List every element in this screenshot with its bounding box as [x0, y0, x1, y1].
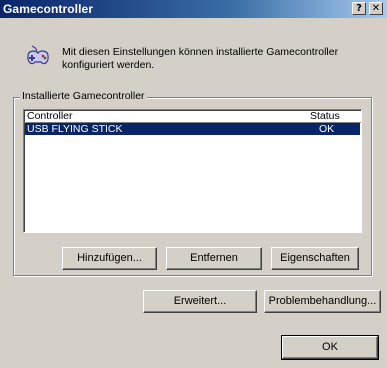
help-button[interactable]: ? [352, 2, 366, 15]
add-button[interactable]: Hinzufügen... [62, 247, 157, 270]
list-item[interactable]: USB FLYING STICK OK [25, 123, 360, 135]
column-header-status[interactable]: Status [310, 110, 340, 122]
close-button[interactable]: ✕ [369, 2, 383, 15]
title-bar: Gamecontroller ? ✕ [0, 0, 387, 18]
controller-status: OK [319, 123, 335, 135]
controller-list[interactable]: Controller Status USB FLYING STICK OK [23, 109, 362, 233]
window-title: Gamecontroller [3, 2, 94, 16]
list-header: Controller Status [24, 110, 361, 123]
gamepad-icon [27, 45, 49, 65]
advanced-button[interactable]: Erweitert... [143, 290, 257, 313]
column-header-controller[interactable]: Controller [27, 110, 73, 122]
troubleshoot-button[interactable]: Problembehandlung... [264, 290, 381, 313]
controller-name: USB FLYING STICK [27, 123, 123, 135]
remove-button[interactable]: Entfernen [166, 247, 262, 270]
ok-button[interactable]: OK [281, 335, 379, 360]
properties-button[interactable]: Eigenschaften [271, 247, 359, 270]
header-description: Mit diesen Einstellungen können installi… [62, 46, 339, 71]
group-label: Installierte Gamecontroller [20, 90, 147, 102]
